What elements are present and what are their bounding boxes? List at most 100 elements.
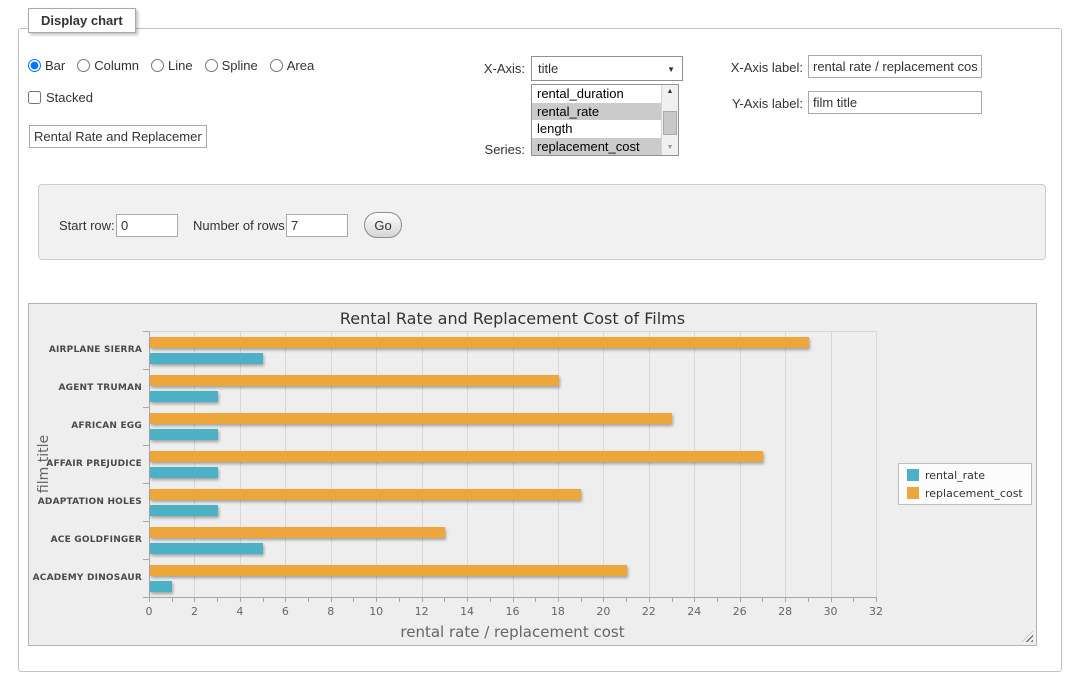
x-axis-label-field-label: X-Axis label:	[708, 60, 803, 75]
gridline-x-20	[603, 331, 604, 597]
x-tick	[513, 598, 514, 602]
bar-rental_rate[interactable]	[150, 429, 218, 440]
bar-rental_rate[interactable]	[150, 543, 263, 554]
x-tick	[376, 598, 377, 602]
gridline-x-22	[649, 331, 650, 597]
chart-type-radio-column[interactable]	[77, 59, 90, 72]
gridline-x-32	[876, 331, 877, 597]
legend-swatch-rental_rate	[907, 469, 919, 481]
gridline-x-18	[558, 331, 559, 597]
series-option-length[interactable]: length	[532, 120, 661, 138]
x-tick	[263, 598, 264, 602]
x-tick-label: 16	[496, 605, 530, 618]
scrollbar-down-icon[interactable]: ▼	[662, 141, 678, 155]
gridline-x-16	[513, 331, 514, 597]
display-chart-legend: Display chart	[28, 8, 136, 33]
x-tick-label: 2	[177, 605, 211, 618]
x-tick	[649, 598, 650, 602]
gridline-x-26	[740, 331, 741, 597]
x-tick-label: 10	[359, 605, 393, 618]
bar-replacement_cost[interactable]	[150, 527, 445, 538]
gridline-x-4	[240, 331, 241, 597]
x-tick	[808, 598, 809, 602]
chart-type-label-spline: Spline	[222, 58, 258, 73]
x-tick	[603, 598, 604, 602]
y-axis-title: film title	[31, 331, 57, 597]
chart-type-radio-spline[interactable]	[205, 59, 218, 72]
category-tick	[143, 407, 149, 408]
x-axis-select[interactable]: title ▼	[531, 56, 683, 81]
chart-title: Rental Rate and Replacement Cost of Film…	[149, 309, 876, 328]
x-tick-label: 28	[768, 605, 802, 618]
x-tick	[149, 598, 150, 602]
x-tick	[422, 598, 423, 602]
x-tick	[626, 598, 627, 602]
x-tick-label: 8	[314, 605, 348, 618]
x-tick	[353, 598, 354, 602]
x-tick	[740, 598, 741, 602]
series-multiselect[interactable]: rental_durationrental_ratelengthreplacem…	[531, 84, 679, 156]
x-axis-title: rental rate / replacement cost	[149, 623, 876, 641]
scrollbar-thumb[interactable]	[663, 111, 677, 135]
start-row-label: Start row:	[59, 218, 115, 233]
chart-title-input[interactable]	[29, 125, 207, 148]
series-option-rental_rate[interactable]: rental_rate	[532, 103, 661, 121]
gridline-x-10	[376, 331, 377, 597]
dropdown-arrow-icon: ▼	[667, 65, 675, 74]
category-tick	[143, 369, 149, 370]
x-tick	[240, 598, 241, 602]
bar-rental_rate[interactable]	[150, 505, 218, 516]
y-axis-label-input[interactable]	[808, 91, 982, 114]
x-tick-label: 6	[268, 605, 302, 618]
x-tick	[785, 598, 786, 602]
bar-replacement_cost[interactable]	[150, 489, 581, 500]
series-option-replacement_cost[interactable]: replacement_cost	[532, 138, 661, 156]
gridline-x-6	[285, 331, 286, 597]
bar-rental_rate[interactable]	[150, 391, 218, 402]
x-tick	[217, 598, 218, 602]
x-tick	[308, 598, 309, 602]
x-tick-label: 20	[586, 605, 620, 618]
x-tick-label: 14	[450, 605, 484, 618]
page: Display chart BarColumnLineSplineArea St…	[0, 0, 1081, 681]
chart-type-radio-line[interactable]	[151, 59, 164, 72]
x-tick-label: 12	[405, 605, 439, 618]
bar-rental_rate[interactable]	[150, 467, 218, 478]
x-tick	[581, 598, 582, 602]
chart-type-radio-area[interactable]	[270, 59, 283, 72]
bar-replacement_cost[interactable]	[150, 413, 672, 424]
x-axis-label-input[interactable]	[808, 55, 982, 78]
x-tick-label: 32	[859, 605, 893, 618]
chart-legend: rental_rate replacement_cost	[898, 463, 1032, 505]
number-of-rows-input[interactable]	[286, 214, 348, 237]
x-tick	[490, 598, 491, 602]
legend-item-replacement_cost[interactable]: replacement_cost	[907, 487, 1023, 500]
scrollbar-up-icon[interactable]: ▲	[662, 85, 678, 99]
x-tick-label: 22	[632, 605, 666, 618]
bar-rental_rate[interactable]	[150, 353, 263, 364]
stacked-row: Stacked	[28, 88, 93, 106]
resize-grip-icon[interactable]	[1022, 631, 1033, 642]
chart-type-label-area: Area	[287, 58, 314, 73]
go-button[interactable]: Go	[364, 212, 402, 238]
chart-type-label-line: Line	[168, 58, 193, 73]
x-tick	[172, 598, 173, 602]
bar-rental_rate[interactable]	[150, 581, 172, 592]
bar-replacement_cost[interactable]	[150, 375, 559, 386]
series-scrollbar[interactable]: ▲ ▼	[661, 85, 678, 155]
stacked-checkbox[interactable]	[28, 91, 41, 104]
series-option-rental_duration[interactable]: rental_duration	[532, 85, 661, 103]
y-axis-line	[149, 331, 150, 597]
bar-replacement_cost[interactable]	[150, 451, 763, 462]
x-tick	[535, 598, 536, 602]
chart-type-radio-group: BarColumnLineSplineArea	[28, 56, 326, 74]
chart-type-label-bar: Bar	[45, 58, 65, 73]
x-tick-label: 18	[541, 605, 575, 618]
bar-replacement_cost[interactable]	[150, 565, 627, 576]
start-row-input[interactable]	[116, 214, 178, 237]
chart-type-radio-bar[interactable]	[28, 59, 41, 72]
x-tick	[399, 598, 400, 602]
bar-replacement_cost[interactable]	[150, 337, 809, 348]
legend-item-rental_rate[interactable]: rental_rate	[907, 469, 1023, 482]
x-tick-label: 0	[132, 605, 166, 618]
